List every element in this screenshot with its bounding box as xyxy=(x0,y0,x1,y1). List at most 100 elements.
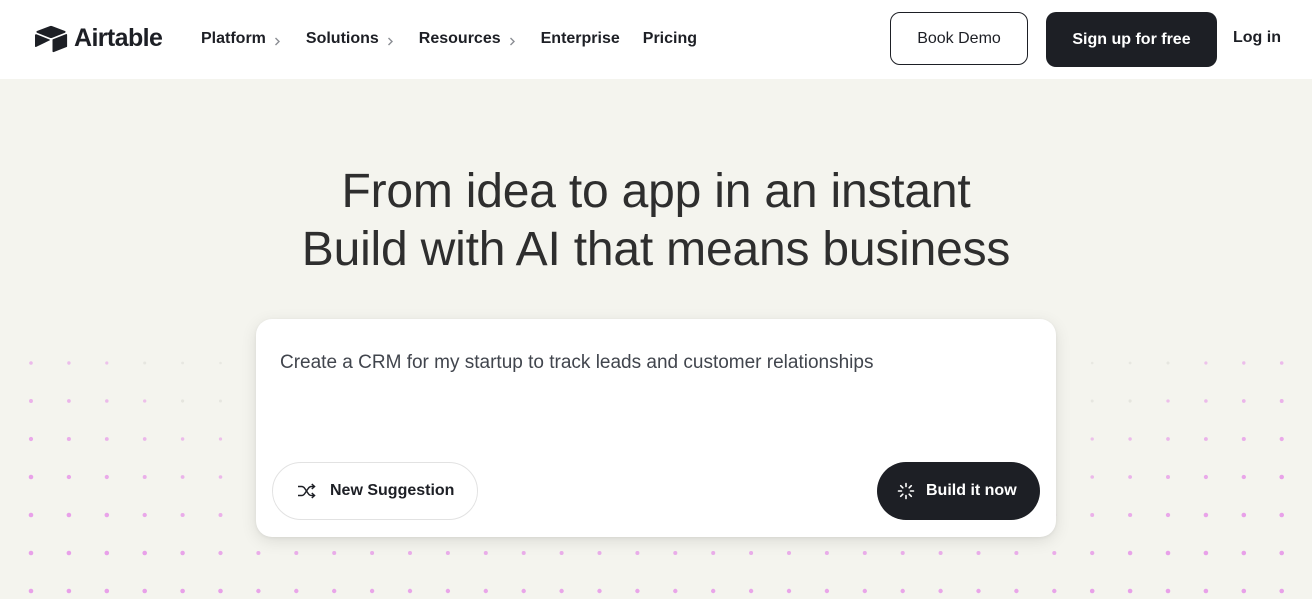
background-dot xyxy=(28,512,34,518)
background-dot xyxy=(218,437,223,441)
chevron-right-icon xyxy=(272,34,283,45)
airtable-logo-icon xyxy=(34,25,68,53)
background-dot xyxy=(1052,550,1057,556)
nav-item-solutions[interactable]: Solutions xyxy=(306,30,396,48)
background-dot xyxy=(332,550,337,556)
background-dot xyxy=(143,399,147,403)
background-dot xyxy=(218,588,223,594)
background-dot xyxy=(1203,474,1208,480)
background-dot xyxy=(28,550,34,556)
background-dot xyxy=(142,437,147,441)
nav-item-resources[interactable]: Resources xyxy=(419,30,518,48)
background-dot xyxy=(711,588,716,594)
background-dot xyxy=(66,474,72,480)
background-dot xyxy=(1242,361,1246,365)
background-dot xyxy=(180,437,185,441)
background-dot xyxy=(597,588,602,594)
background-dot xyxy=(1279,474,1284,480)
background-dot xyxy=(66,436,71,442)
background-dot xyxy=(29,361,33,365)
background-dot xyxy=(1165,512,1171,518)
hero-headline-line-1: From idea to app in an instant xyxy=(341,165,971,218)
top-navigation-bar: Airtable Platform Solutions Resources En… xyxy=(0,0,1312,79)
background-dot xyxy=(1241,474,1246,480)
sign-up-button[interactable]: Sign up for free xyxy=(1046,12,1217,67)
background-dot xyxy=(1241,550,1247,556)
nav-item-pricing[interactable]: Pricing xyxy=(643,30,697,48)
background-dot xyxy=(938,550,943,556)
nav-item-platform[interactable]: Platform xyxy=(201,30,283,48)
chevron-right-icon xyxy=(385,34,396,45)
background-dot xyxy=(786,550,792,556)
spinner-icon xyxy=(897,482,915,500)
nav-item-enterprise[interactable]: Enterprise xyxy=(541,30,620,48)
background-dot xyxy=(976,550,981,556)
main-nav-menu: Platform Solutions Resources Enterprise … xyxy=(201,29,720,49)
background-dot xyxy=(673,550,678,556)
background-dot xyxy=(824,550,829,556)
background-dot xyxy=(370,550,375,556)
background-dot xyxy=(180,550,185,556)
background-dot xyxy=(181,361,185,365)
background-dot xyxy=(1052,588,1057,594)
background-dot xyxy=(1203,550,1209,556)
background-dot xyxy=(1241,512,1247,518)
nav-item-label: Solutions xyxy=(305,30,379,47)
nav-item-label: Resources xyxy=(418,30,501,47)
book-demo-button[interactable]: Book Demo xyxy=(890,12,1028,65)
background-dot xyxy=(1127,550,1133,556)
background-dot xyxy=(1014,588,1019,594)
background-dot xyxy=(180,588,185,594)
background-dot xyxy=(597,550,602,556)
background-dot xyxy=(1128,361,1132,365)
brand-logo[interactable]: Airtable xyxy=(34,24,163,53)
background-dot xyxy=(332,588,337,594)
background-dot xyxy=(218,475,223,479)
background-dot xyxy=(66,588,72,594)
background-dot xyxy=(1090,361,1094,365)
background-dot xyxy=(256,588,261,594)
background-dot xyxy=(218,550,223,556)
background-dot xyxy=(1241,588,1247,594)
background-dot xyxy=(294,588,299,594)
background-dot xyxy=(66,512,72,518)
background-dot xyxy=(28,436,34,442)
build-it-now-button[interactable]: Build it now xyxy=(877,462,1040,520)
build-it-now-label: Build it now xyxy=(926,482,1017,499)
background-dot xyxy=(1128,399,1132,403)
background-dot xyxy=(1127,588,1133,594)
background-dot xyxy=(1014,550,1019,556)
background-dot xyxy=(104,474,109,480)
nav-item-label: Enterprise xyxy=(540,30,620,47)
background-dot xyxy=(445,588,451,594)
background-dot xyxy=(181,399,185,403)
background-dot xyxy=(900,588,905,594)
background-dot xyxy=(1204,399,1208,403)
background-dot xyxy=(219,399,222,403)
background-dot xyxy=(104,550,110,556)
background-dot xyxy=(1279,550,1284,556)
prompt-input[interactable]: Create a CRM for my startup to track lea… xyxy=(280,352,873,374)
background-dot xyxy=(559,550,564,556)
background-dot xyxy=(635,588,640,594)
background-dot xyxy=(1165,588,1171,594)
new-suggestion-button[interactable]: New Suggestion xyxy=(272,462,478,520)
brand-name: Airtable xyxy=(74,24,163,52)
background-dot xyxy=(142,550,147,556)
background-dot xyxy=(1279,512,1284,518)
shuffle-icon xyxy=(297,483,316,499)
background-dot xyxy=(1166,475,1170,479)
background-dot xyxy=(824,588,830,594)
background-dot xyxy=(105,399,109,403)
background-dot xyxy=(104,512,110,518)
background-dot xyxy=(66,550,72,556)
nav-item-label: Pricing xyxy=(642,30,697,47)
background-dot xyxy=(1128,512,1133,518)
background-dot xyxy=(1165,550,1171,556)
log-in-link[interactable]: Log in xyxy=(1233,29,1281,47)
background-dot xyxy=(862,550,867,556)
background-dot xyxy=(28,588,34,594)
background-dot xyxy=(219,361,222,365)
background-dot xyxy=(1166,399,1170,403)
background-dot xyxy=(976,588,981,594)
